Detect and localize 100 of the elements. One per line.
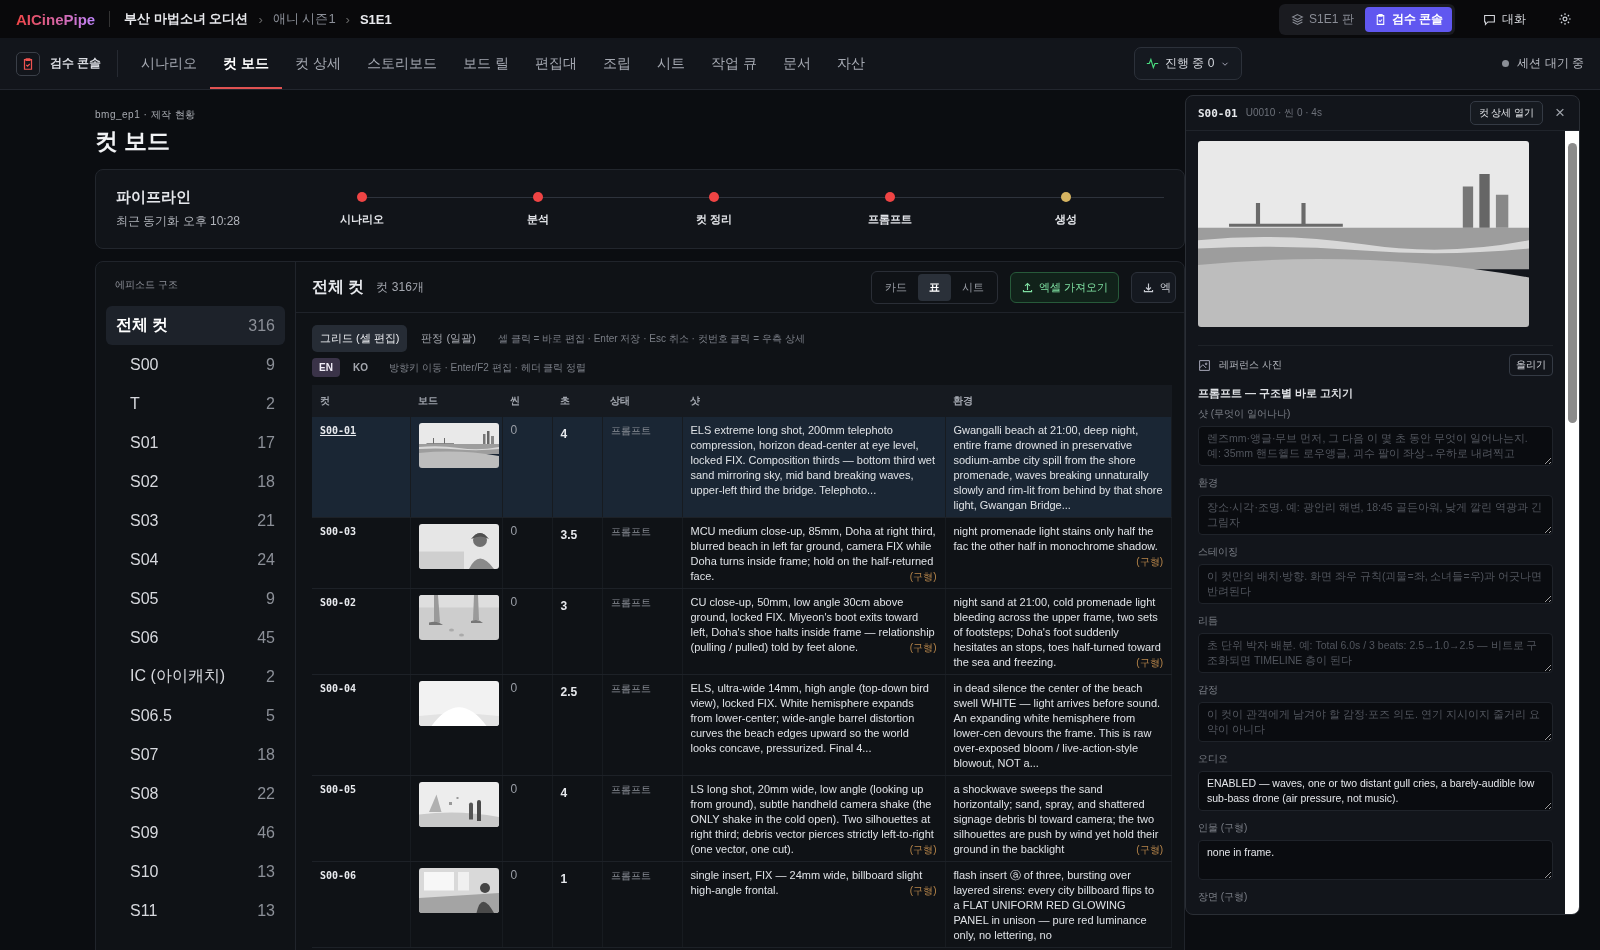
section-title: 프롬프트 — 구조별 바로 고치기: [1198, 386, 1355, 401]
nav-tab[interactable]: 시나리오: [128, 40, 211, 89]
text-area[interactable]: 이 컷이 관객에게 남겨야 할 감정·포즈 의도. 연기 지시이지 줄거리 요약이 아니다: [1198, 702, 1553, 742]
breadcrumb-link[interactable]: S1E1: [359, 11, 392, 27]
status-label: 프롬프트: [610, 526, 651, 537]
column-header[interactable]: 컷: [312, 385, 410, 417]
episode-item[interactable]: S09 46: [106, 813, 285, 852]
table-cell: 3.5: [560, 528, 578, 542]
text-area[interactable]: none in frame.: [1198, 840, 1553, 880]
upload-icon: [1020, 280, 1034, 294]
breadcrumb-link[interactable]: 부산 마법소녀 오디션: [124, 10, 249, 28]
cut-id: S00-01: [1198, 106, 1238, 120]
view-tab[interactable]: 표: [917, 273, 951, 301]
nav-tab[interactable]: 문서: [769, 40, 824, 89]
environment-text: a shockwave sweeps the sand horizontally; sand, spray, and shattered signage debris bl toward camera; the two silhouettes are push by wind yet hold their ground in the backlight (구형): [953, 782, 1163, 857]
step-label: 분석: [527, 211, 549, 227]
scrollbar[interactable]: [1565, 131, 1579, 914]
activity-icon: [1146, 57, 1159, 70]
episode-item[interactable]: IC (아이캐치) 2: [106, 657, 285, 696]
episode-item[interactable]: S08 22: [106, 774, 285, 813]
nav-tab[interactable]: 작업 큐: [698, 40, 770, 89]
nav-tab[interactable]: 편집대: [522, 40, 590, 89]
nav-tab[interactable]: 시트: [644, 40, 698, 89]
mode-tab[interactable]: 판정 (일괄): [413, 325, 484, 352]
table-cell: 3: [560, 599, 568, 613]
table-cell: 1: [560, 872, 568, 886]
step-label: 컷 정리: [695, 211, 733, 227]
status-dot: [1502, 60, 1510, 67]
settings-icon[interactable]: [1558, 12, 1572, 26]
column-header[interactable]: 초: [552, 385, 602, 417]
download-icon: [1142, 280, 1155, 294]
session-status: 세션 대기 중: [1517, 55, 1584, 72]
nav-tab[interactable]: 보드 릴: [450, 40, 522, 89]
view-tab[interactable]: 카드: [873, 273, 918, 301]
cut-link[interactable]: S00-01: [320, 425, 357, 436]
nav-tab[interactable]: 컷 상세: [282, 40, 355, 89]
nav-tab[interactable]: 조립: [590, 40, 644, 89]
episode-item[interactable]: S07 18: [106, 735, 285, 774]
language-tab[interactable]: KO: [345, 358, 375, 377]
episode-item[interactable]: S06.5 5: [106, 696, 285, 735]
nav-tab[interactable]: 스토리보드: [354, 40, 451, 89]
import-button[interactable]: 엑셀 가져오기: [1009, 271, 1119, 303]
column-header[interactable]: 보드: [410, 385, 502, 417]
column-header[interactable]: 샷: [682, 385, 945, 417]
export-button[interactable]: 엑: [1131, 271, 1176, 303]
text-area[interactable]: 장소·시각·조명. 예: 광안리 해변, 18:45 골든아워, 낮게 깔린 역광과 긴 그림자: [1198, 495, 1553, 535]
cut-link[interactable]: S00-05: [320, 784, 357, 795]
episode-item[interactable]: S10 13: [106, 852, 285, 891]
shot-text: ELS, ultra-wide 14mm, high angle (top-down bird view), locked FIX. White hemisphere expands from lower-center; wide-angle barrel distortion curves the beach edges upward so the world looks concave, pressurized. Final 4...: [690, 681, 930, 756]
column-header[interactable]: 씬: [502, 385, 552, 417]
upload-button[interactable]: 올리기: [1509, 354, 1553, 376]
cut-count: 컷 316개: [376, 278, 424, 296]
episode-item[interactable]: S00 9: [106, 345, 285, 384]
mode-tab[interactable]: S1E1 판: [1281, 6, 1363, 32]
episode-item[interactable]: S02 18: [106, 462, 285, 501]
mode-tab[interactable]: 그리드 (셀 편집): [312, 325, 408, 352]
table-cell: 0: [510, 782, 518, 796]
episode-item[interactable]: T 2: [106, 384, 285, 423]
field-label: 인물 (구형): [1198, 821, 1249, 835]
reference-label: 레퍼런스 사진: [1219, 358, 1282, 372]
episode-item[interactable]: S03 21: [106, 501, 285, 540]
cut-link[interactable]: S00-04: [320, 683, 357, 694]
nav-tab[interactable]: 자산: [823, 40, 878, 89]
chat-button[interactable]: 대화: [1475, 6, 1534, 32]
nav-tab[interactable]: 컷 보드: [210, 40, 283, 89]
breadcrumb-separator: ›: [345, 11, 350, 27]
status-label: 프롬프트: [610, 784, 651, 795]
episode-item[interactable]: S01 17: [106, 423, 285, 462]
view-tab[interactable]: 시트: [950, 273, 995, 301]
close-button[interactable]: ×: [1551, 103, 1569, 123]
selected-row[interactable]: [312, 417, 1172, 518]
text-area[interactable]: 이 컷만의 배치·방향. 화면 좌우 규칙(괴물=좌, 소녀들=우)과 어긋나면 반려된다: [1198, 564, 1553, 604]
field-label: 샷 (무엇이 일어나나): [1198, 407, 1292, 421]
text-area[interactable]: ENABLED — waves, one or two distant gull cries, a barely-audible low sub-bass drone (air pressure, not music).: [1198, 771, 1553, 811]
episode-item[interactable]: 전체 컷 316: [106, 306, 285, 345]
episode-item[interactable]: S06 45: [106, 618, 285, 657]
mode-tab[interactable]: 검수 콘솔: [1364, 6, 1452, 32]
breadcrumb-link[interactable]: 애니 시즌1: [272, 10, 336, 28]
sync-time: 최근 동기화 오후 10:28: [116, 213, 242, 230]
column-header[interactable]: 상태: [602, 385, 682, 417]
text-area[interactable]: 초 단위 박자 배분. 예: Total 6.0s / 3 beats: 2.5→1.0→2.5 — 비트로 구조화되면 TIMELINE 층이 된다: [1198, 633, 1553, 673]
shot-text: single insert, FIX — 24mm wide, billboard slight high-angle frontal. (구형): [690, 868, 937, 898]
episode-item[interactable]: S04 24: [106, 540, 285, 579]
page-title: 컷 보드: [95, 127, 172, 156]
environment-text: flash insert ⓐ of three, bursting over layered sirens: every city billboard flips to a FLAT UNIFORM RED GLOWING PANEL in unison — pure red luminance only, no lettering, no: [953, 868, 1156, 943]
episode-item[interactable]: S11 13: [106, 891, 285, 930]
cut-link[interactable]: S00-03: [320, 526, 357, 537]
cut-link[interactable]: S00-06: [320, 870, 357, 881]
console-button[interactable]: 검수 콘솔: [16, 38, 110, 89]
language-tab[interactable]: EN: [312, 358, 340, 377]
cut-link[interactable]: S00-02: [320, 597, 357, 608]
progress-dropdown[interactable]: 진행 중 0: [1134, 47, 1243, 80]
step-label: 생성: [1055, 211, 1077, 227]
step-label: 시나리오: [340, 211, 384, 227]
open-detail-button[interactable]: 컷 상세 열기: [1469, 101, 1544, 125]
column-header[interactable]: 환경: [945, 385, 1172, 417]
step-label: 프롬프트: [868, 211, 912, 227]
text-area[interactable]: 렌즈mm·앵글·무브 먼저, 그 다음 이 몇 초 동안 무엇이 일어나는지. 예: 35mm 핸드헬드 로우앵글, 괴수 팔이 좌상→우하로 내려찍고: [1198, 426, 1553, 466]
section-label: 에피소드 구조: [115, 278, 179, 292]
episode-item[interactable]: S05 9: [106, 579, 285, 618]
